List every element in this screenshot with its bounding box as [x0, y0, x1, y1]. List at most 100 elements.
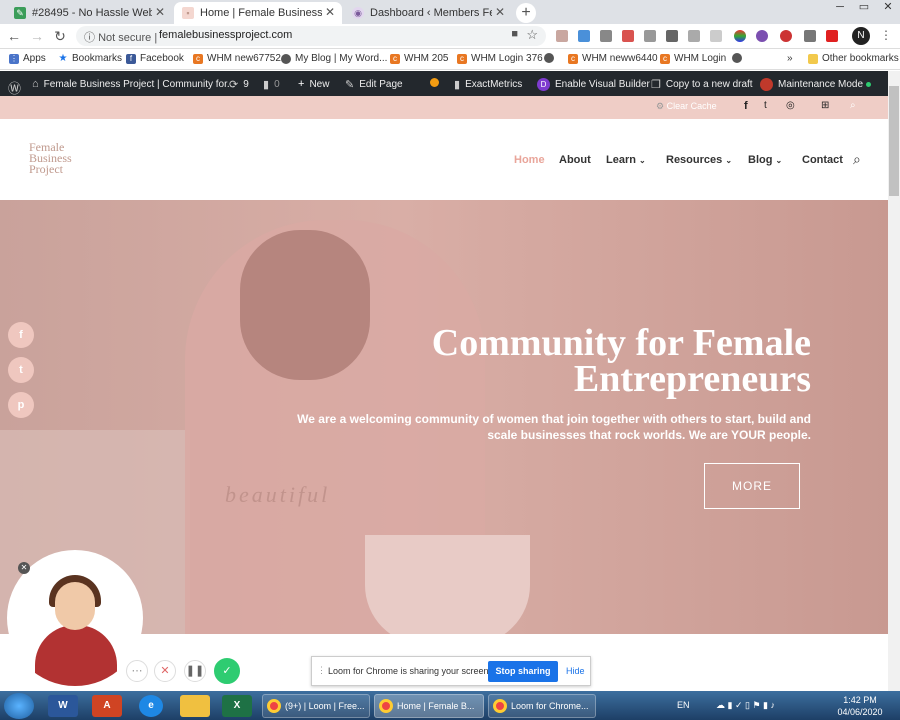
bookmark-whm205[interactable]: c WHM 205	[390, 53, 448, 64]
bookmark-bookmarks[interactable]: ★ Bookmarks	[58, 53, 123, 64]
camera-icon[interactable]: ■	[511, 28, 518, 40]
menu-icon[interactable]: ⋮	[880, 28, 892, 42]
search-icon[interactable]: ⌕	[853, 151, 861, 168]
bookmark-whm376[interactable]: c WHM Login 376	[457, 53, 543, 64]
taskbar-task-home[interactable]: Home | Female B...	[374, 694, 484, 718]
menu-item-home[interactable]: Home	[514, 154, 545, 166]
admin-visual-builder[interactable]: D Enable Visual Builder	[537, 78, 650, 91]
extension-icon[interactable]	[622, 30, 634, 42]
drag-handle-icon[interactable]: ⋮	[317, 665, 326, 676]
close-icon[interactable]: ✕	[18, 562, 30, 574]
bookmark-apps[interactable]: ⋮ Apps	[9, 53, 46, 64]
clear-cache-label: Clear Cache	[666, 101, 717, 111]
close-window-button[interactable]: ✕	[876, 0, 900, 16]
extension-icon[interactable]	[600, 30, 612, 42]
excel-icon[interactable]: X	[222, 695, 252, 717]
twitter-share-icon[interactable]: t	[8, 357, 34, 383]
profile-avatar[interactable]: N	[852, 27, 870, 45]
search-icon[interactable]: ⌕	[850, 100, 856, 111]
extension-icon[interactable]	[804, 30, 816, 42]
admin-seo-status[interactable]	[430, 78, 439, 87]
menu-item-blog[interactable]: Blog ⌄	[748, 154, 782, 166]
extension-icon[interactable]	[666, 30, 678, 42]
ie-icon[interactable]: e	[139, 695, 163, 717]
address-bar[interactable]: ⓘ Not secure | femalebusinessproject.com…	[76, 26, 546, 46]
extension-icon[interactable]	[756, 30, 768, 42]
menu-item-about[interactable]: About	[559, 154, 591, 166]
extension-icon[interactable]	[556, 30, 568, 42]
extension-icon[interactable]	[780, 30, 792, 42]
star-icon[interactable]: ☆	[526, 27, 538, 43]
admin-new[interactable]: + New	[298, 78, 329, 90]
menu-item-learn[interactable]: Learn ⌄	[606, 154, 646, 166]
bookmark-myblog[interactable]: My Blog | My Word...	[281, 53, 387, 64]
pinterest-share-icon[interactable]: p	[8, 392, 34, 418]
maximize-button[interactable]: ▭	[852, 0, 876, 16]
menu-item-contact[interactable]: Contact	[802, 154, 843, 166]
admin-exactmetrics[interactable]: ▮ ExactMetrics	[454, 78, 522, 91]
start-button[interactable]	[4, 693, 34, 719]
close-icon[interactable]: ✕	[155, 5, 165, 19]
stop-sharing-button[interactable]: Stop sharing	[488, 661, 558, 682]
loom-finish-button[interactable]: ✓	[214, 658, 240, 684]
tab-support[interactable]: ✎ #28495 - No Hassle Website ✕	[6, 2, 172, 24]
youtube-icon[interactable]	[826, 30, 838, 42]
clear-cache-link[interactable]: ⚙ Clear Cache	[656, 101, 717, 112]
loom-cancel-button[interactable]: ✕	[154, 660, 176, 682]
bookmark-label: WHM 205	[404, 53, 449, 64]
menu-item-resources[interactable]: Resources ⌄	[666, 154, 732, 166]
scrollbar-thumb[interactable]	[889, 86, 899, 196]
other-bookmarks[interactable]: Other bookmarks	[808, 53, 899, 64]
bookmarks-overflow[interactable]: »	[787, 53, 793, 64]
close-icon[interactable]: ✕	[325, 5, 335, 19]
close-icon[interactable]: ✕	[495, 5, 505, 19]
minimize-button[interactable]: ─	[828, 0, 852, 16]
forward-icon[interactable]: →	[29, 28, 45, 44]
hide-button[interactable]: Hide	[566, 666, 585, 676]
loom-more-button[interactable]: ⋯	[126, 660, 148, 682]
reload-icon[interactable]: ↻	[52, 28, 68, 45]
taskbar-task-loom[interactable]: (9+) | Loom | Free...	[262, 694, 370, 718]
tab-dashboard[interactable]: ◉ Dashboard ‹ Members Female B ✕	[344, 2, 512, 24]
acrobat-icon[interactable]: A	[92, 695, 122, 717]
url-text[interactable]: femalebusinessproject.com	[159, 29, 292, 41]
extension-icon[interactable]	[710, 30, 722, 42]
extension-icon[interactable]	[734, 30, 746, 42]
admin-maintenance[interactable]: Maintenance Mode	[760, 78, 872, 91]
extension-icon[interactable]	[578, 30, 590, 42]
tab-home[interactable]: ▪ Home | Female Business Project | ✕	[174, 2, 342, 24]
folder-icon[interactable]	[180, 695, 210, 717]
taskbar-clock[interactable]: 1:42 PM 04/06/2020	[830, 694, 890, 718]
word-icon[interactable]: W	[48, 695, 78, 717]
admin-site-name[interactable]: ⌂ Female Business Project | Community for…	[32, 78, 235, 90]
admin-updates[interactable]: ⟳ 9	[229, 78, 249, 91]
extension-icon[interactable]	[688, 30, 700, 42]
bookmark-label: Bookmarks	[72, 53, 123, 64]
admin-comments[interactable]: ▮ 0	[263, 78, 280, 91]
language-indicator[interactable]: EN	[677, 700, 690, 710]
tab-strip: ✎ #28495 - No Hassle Website ✕ ▪ Home | …	[0, 0, 900, 24]
security-indicator[interactable]: ⓘ Not secure |	[84, 29, 157, 45]
wordpress-logo[interactable]: Ⓦ	[8, 78, 26, 97]
bookmark-facebook[interactable]: f Facebook	[126, 53, 184, 64]
back-icon[interactable]: ←	[6, 28, 22, 44]
site-logo[interactable]: Female Business Project	[29, 141, 72, 175]
admin-edit-page[interactable]: ✎ Edit Page	[345, 78, 403, 91]
bookmark-globe[interactable]	[732, 53, 746, 63]
facebook-icon[interactable]: f	[744, 100, 748, 112]
bookmark-whm[interactable]: c WHM new67752	[193, 53, 281, 64]
cart-icon[interactable]: ⊞	[821, 100, 829, 111]
extension-icon[interactable]	[644, 30, 656, 42]
bookmark-whmlogin[interactable]: c WHM Login	[660, 53, 726, 64]
more-button[interactable]: MORE	[704, 463, 800, 509]
twitter-icon[interactable]: t	[764, 100, 767, 111]
bookmark-globe[interactable]	[544, 53, 558, 63]
instagram-icon[interactable]: ◎	[786, 100, 795, 111]
taskbar-task-loom-chrome[interactable]: Loom for Chrome...	[488, 694, 596, 718]
bookmark-whm6440[interactable]: c WHM neww6440	[568, 53, 658, 64]
tray-icons[interactable]: ☁ ▮ ✓ ▯ ⚑ ▮ ♪	[716, 700, 775, 711]
admin-copy-draft[interactable]: ❐ Copy to a new draft	[651, 78, 753, 91]
new-tab-button[interactable]: +	[516, 3, 536, 23]
loom-pause-button[interactable]: ❚❚	[184, 660, 206, 682]
facebook-share-icon[interactable]: f	[8, 322, 34, 348]
